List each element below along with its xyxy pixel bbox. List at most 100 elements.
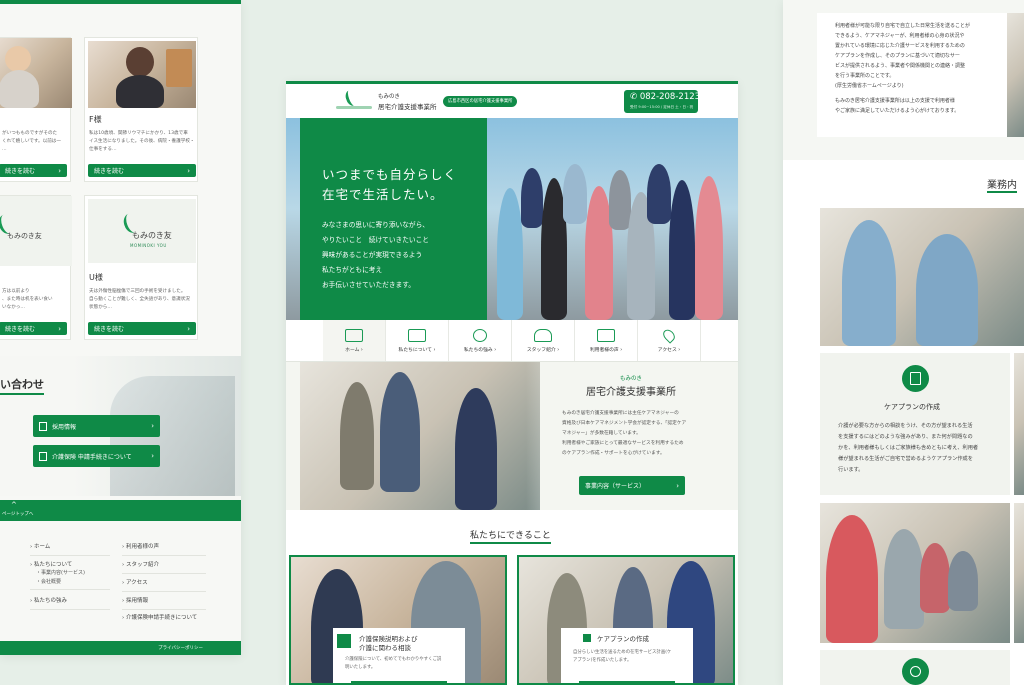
intro-text-line: やご家族に満足していただけるよう心がけております。 [835, 108, 960, 114]
service-caption: 介護保険説明および 介護に関わる相談 介護保険について、初めてでもわかりやすくご… [333, 628, 465, 683]
intro-text-line: もみのき居宅介護支援事業所は以上の支援で利用者様 [835, 98, 955, 104]
footer-link-about[interactable]: › 私たちについて [30, 560, 72, 568]
nav-label: 私たちの強み › [463, 347, 497, 353]
service-button[interactable] [351, 681, 447, 683]
divider [30, 609, 110, 610]
chevron-right-icon: › [676, 481, 679, 490]
footer-link-home[interactable]: › ホーム [30, 542, 50, 550]
footer-link-label: 採用情報 [125, 598, 148, 604]
careplan-photo [820, 208, 1024, 346]
intro-text-line: ケアプランを作成し、そのプランに基づいて適切なサー [835, 53, 960, 59]
read-more-button[interactable]: 続きを読む › [0, 164, 67, 177]
service-card-consultation[interactable]: 介護保険説明および 介護に関わる相談 介護保険について、初めてでもわかりやすくご… [289, 555, 507, 685]
nav-item-strengths[interactable]: 私たちの強み › [449, 320, 512, 361]
chevron-right-icon: › [58, 166, 61, 175]
business-heading: 業務内 [987, 176, 1017, 193]
careplan-title: ケアプランの作成 [884, 403, 940, 411]
footer-link-access[interactable]: › アクセス [122, 578, 148, 586]
leaf-logo-icon [343, 88, 360, 108]
map-pin-icon [660, 326, 678, 344]
careplan-text-line: 行います。 [838, 467, 864, 473]
logo-placeholder: もみのき友 MOMINOKI YOU [88, 199, 196, 263]
footer-link-label: アクセス [125, 580, 148, 586]
chevron-right-icon: › [58, 324, 61, 333]
careplan-text: 介護が必要な方からの相談をうけ、その方が望まれる生活 を支援するにはどのような強… [838, 421, 978, 476]
footer-link-company[interactable]: ・会社概要 [36, 578, 61, 585]
footer-link-recruit[interactable]: › 採用情報 [122, 596, 148, 604]
service-title-line: 介護に関わる相談 [359, 644, 411, 652]
business-hours: 受付 9:00~15:00 / 定休日 土・日・祝 [630, 105, 694, 109]
phone-button[interactable]: ✆ 082-208-2123 受付 9:00~15:00 / 定休日 土・日・祝 [624, 90, 700, 113]
document-icon [583, 634, 591, 642]
service-card-careplan[interactable]: ケアプランの作成 自分らしい生活を送るための在宅サービス計画(ケ アプラン)を作… [517, 555, 735, 685]
next-card [820, 650, 1010, 685]
careplan-text-line: かを、利用者様もしくはご家族様も含めともに考え、利用者 [838, 445, 979, 451]
logo-text: もみのき友 [7, 232, 42, 240]
testimonial-name: U様 [89, 273, 103, 282]
nav-item-home[interactable]: ホーム › [323, 320, 386, 361]
nav-item-access[interactable]: アクセス › [638, 320, 701, 361]
site-header: もみのき 居宅介護支援事業所 広島市西区の居宅介護支援事業所 ✆ 082-208… [286, 81, 738, 118]
form-icon [39, 451, 47, 461]
phone-number: ✆ 082-208-2123 [630, 92, 700, 102]
intro-text: 利用者様が可能な限り自宅で自立した日常生活を送ることが できるよう、ケアマネジャ… [835, 21, 970, 116]
testimonial-text: 方は以前より 、また時は机を表い食い いなかっ… [2, 289, 53, 310]
recruit-button[interactable]: 採用情報 › [33, 415, 160, 437]
page-top-link[interactable]: ^ ページトップへ [0, 500, 241, 521]
medical-cross-icon [902, 658, 929, 685]
business-section: 業務内 ケアプランの作成 介護が必要な方からの相談をうけ、その方が望まれる生活 … [783, 160, 1024, 685]
nav-label: 私たちについて › [398, 347, 436, 353]
services-heading: 私たちにできること [470, 528, 551, 544]
read-more-button[interactable]: 続きを読む › [0, 322, 67, 335]
recruit-label: 採用情報 [52, 423, 77, 431]
footer-link-strengths[interactable]: › 私たちの強み [30, 596, 67, 604]
insurance-application-button[interactable]: 介護保険 申請手続きについて › [33, 445, 160, 467]
nav-item-voices[interactable]: 利用者様の声 › [575, 320, 638, 361]
chevron-right-icon: › [151, 452, 154, 460]
nav-label: アクセス › [657, 347, 681, 353]
service-title: ケアプランの作成 [597, 635, 649, 643]
contact-section: い合わせ 採用情報 › 介護保険 申請手続きについて › [0, 356, 241, 496]
logo-swoosh [336, 106, 372, 109]
left-page-preview: がいつもものですがそのた くれて嬉しいです。以前は一 … 続きを読む › F様 私… [0, 0, 241, 655]
footer-link-staff[interactable]: › スタッフ紹介 [122, 560, 159, 568]
footer-link-services[interactable]: ・事業内容(サービス) [36, 569, 85, 576]
side-photo [1007, 13, 1024, 137]
read-more-label: 続きを読む [94, 168, 125, 175]
services-button[interactable]: 事業内容（サービス） › [579, 476, 685, 495]
nav-item-staff[interactable]: スタッフ紹介 › [512, 320, 575, 361]
heart-hand-icon [473, 328, 487, 342]
read-more-button[interactable]: 続きを読む › [88, 164, 196, 177]
contact-heading: い合わせ [0, 376, 44, 395]
chevron-right-icon: › [151, 422, 154, 430]
privacy-policy-link[interactable]: プライバシーポリシー [158, 645, 203, 651]
site-logo[interactable] [336, 88, 372, 112]
read-more-label: 続きを読む [94, 326, 125, 333]
area-badge: 広島市西区の居宅介護支援事業所 [443, 96, 518, 107]
intro-text-line: 置かれている環境に応じた介護サービスを利用するための [835, 43, 965, 49]
about-body: もみのき居宅介護支援事業所には主任ケアマネジャーの 資格及び日本ケアマネジメント… [562, 409, 686, 459]
hero-section: いつまでも自分らしく 在宅で生活したい。 みなさまの思いに寄り添いながら、 やり… [286, 118, 738, 320]
about-section: もみのき 居宅介護支援事業所 もみのき居宅介護支援事業所には主任ケアマネジャーの… [286, 362, 738, 510]
footer-link-insurance[interactable]: › 介護保険申請手続きについて [122, 613, 197, 621]
footer-link-label: 介護保険申請手続きについて [125, 615, 198, 621]
intro-text-line: 利用者様が可能な限り自宅で自立した日常生活を送ることが [835, 23, 971, 29]
document-icon [39, 421, 47, 431]
service-button[interactable] [579, 681, 675, 683]
chevron-right-icon: › [187, 166, 190, 175]
side-photo [1014, 503, 1024, 643]
hero-body-line: 興味があることが実現できるよう [322, 251, 423, 259]
footer-link-voices[interactable]: › 利用者様の声 [122, 542, 159, 550]
intro-text-box: 利用者様が可能な限り自宅で自立した日常生活を送ることが できるよう、ケアマネジャ… [817, 13, 1007, 137]
about-small-title: もみのき [620, 376, 642, 382]
clipboard-pen-icon [902, 365, 929, 392]
careplan-text-line: を支援するにはどのような強みがあり、また何が問題なの [838, 434, 973, 440]
nav-item-about[interactable]: 私たちについて › [386, 320, 449, 361]
footer-link-label: 利用者様の声 [125, 544, 159, 550]
divider [122, 573, 206, 574]
read-more-button[interactable]: 続きを読む › [88, 322, 196, 335]
hero-body-line: 私たちがともに考え [322, 266, 383, 274]
logo-small-text: もみのき [378, 94, 400, 100]
